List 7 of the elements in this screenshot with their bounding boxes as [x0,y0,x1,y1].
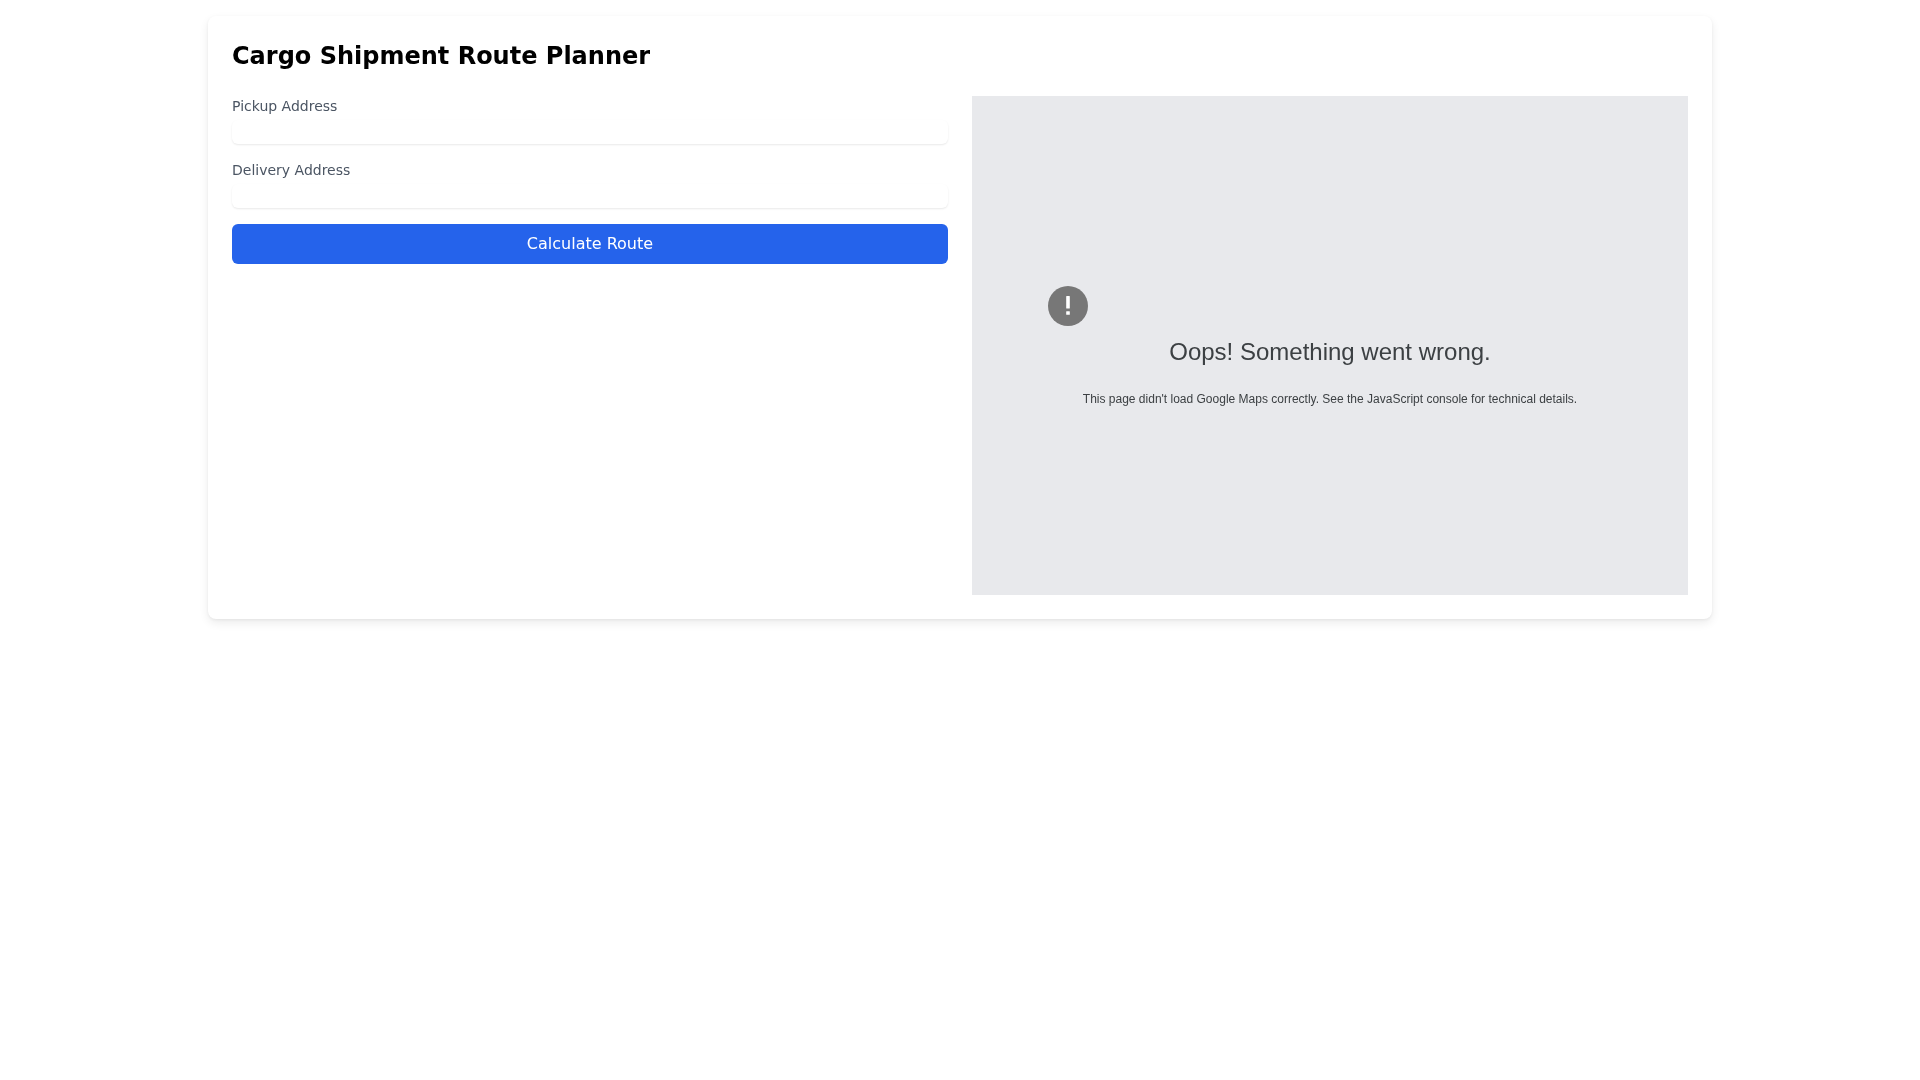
field-label: Pickup Address [232,97,339,116]
page-title: Cargo Shipment Route Planner [232,41,652,72]
error-heading: Oops! Something went wrong. [1169,337,1491,366]
calculate-route-button[interactable]: Calculate Route [232,224,948,264]
error-message: This page didn't load Google Maps correctly. See the JavaScript console for technical details. [1082,391,1578,406]
exclamation-icon [1048,285,1088,326]
field-label: Delivery Address [232,161,352,180]
